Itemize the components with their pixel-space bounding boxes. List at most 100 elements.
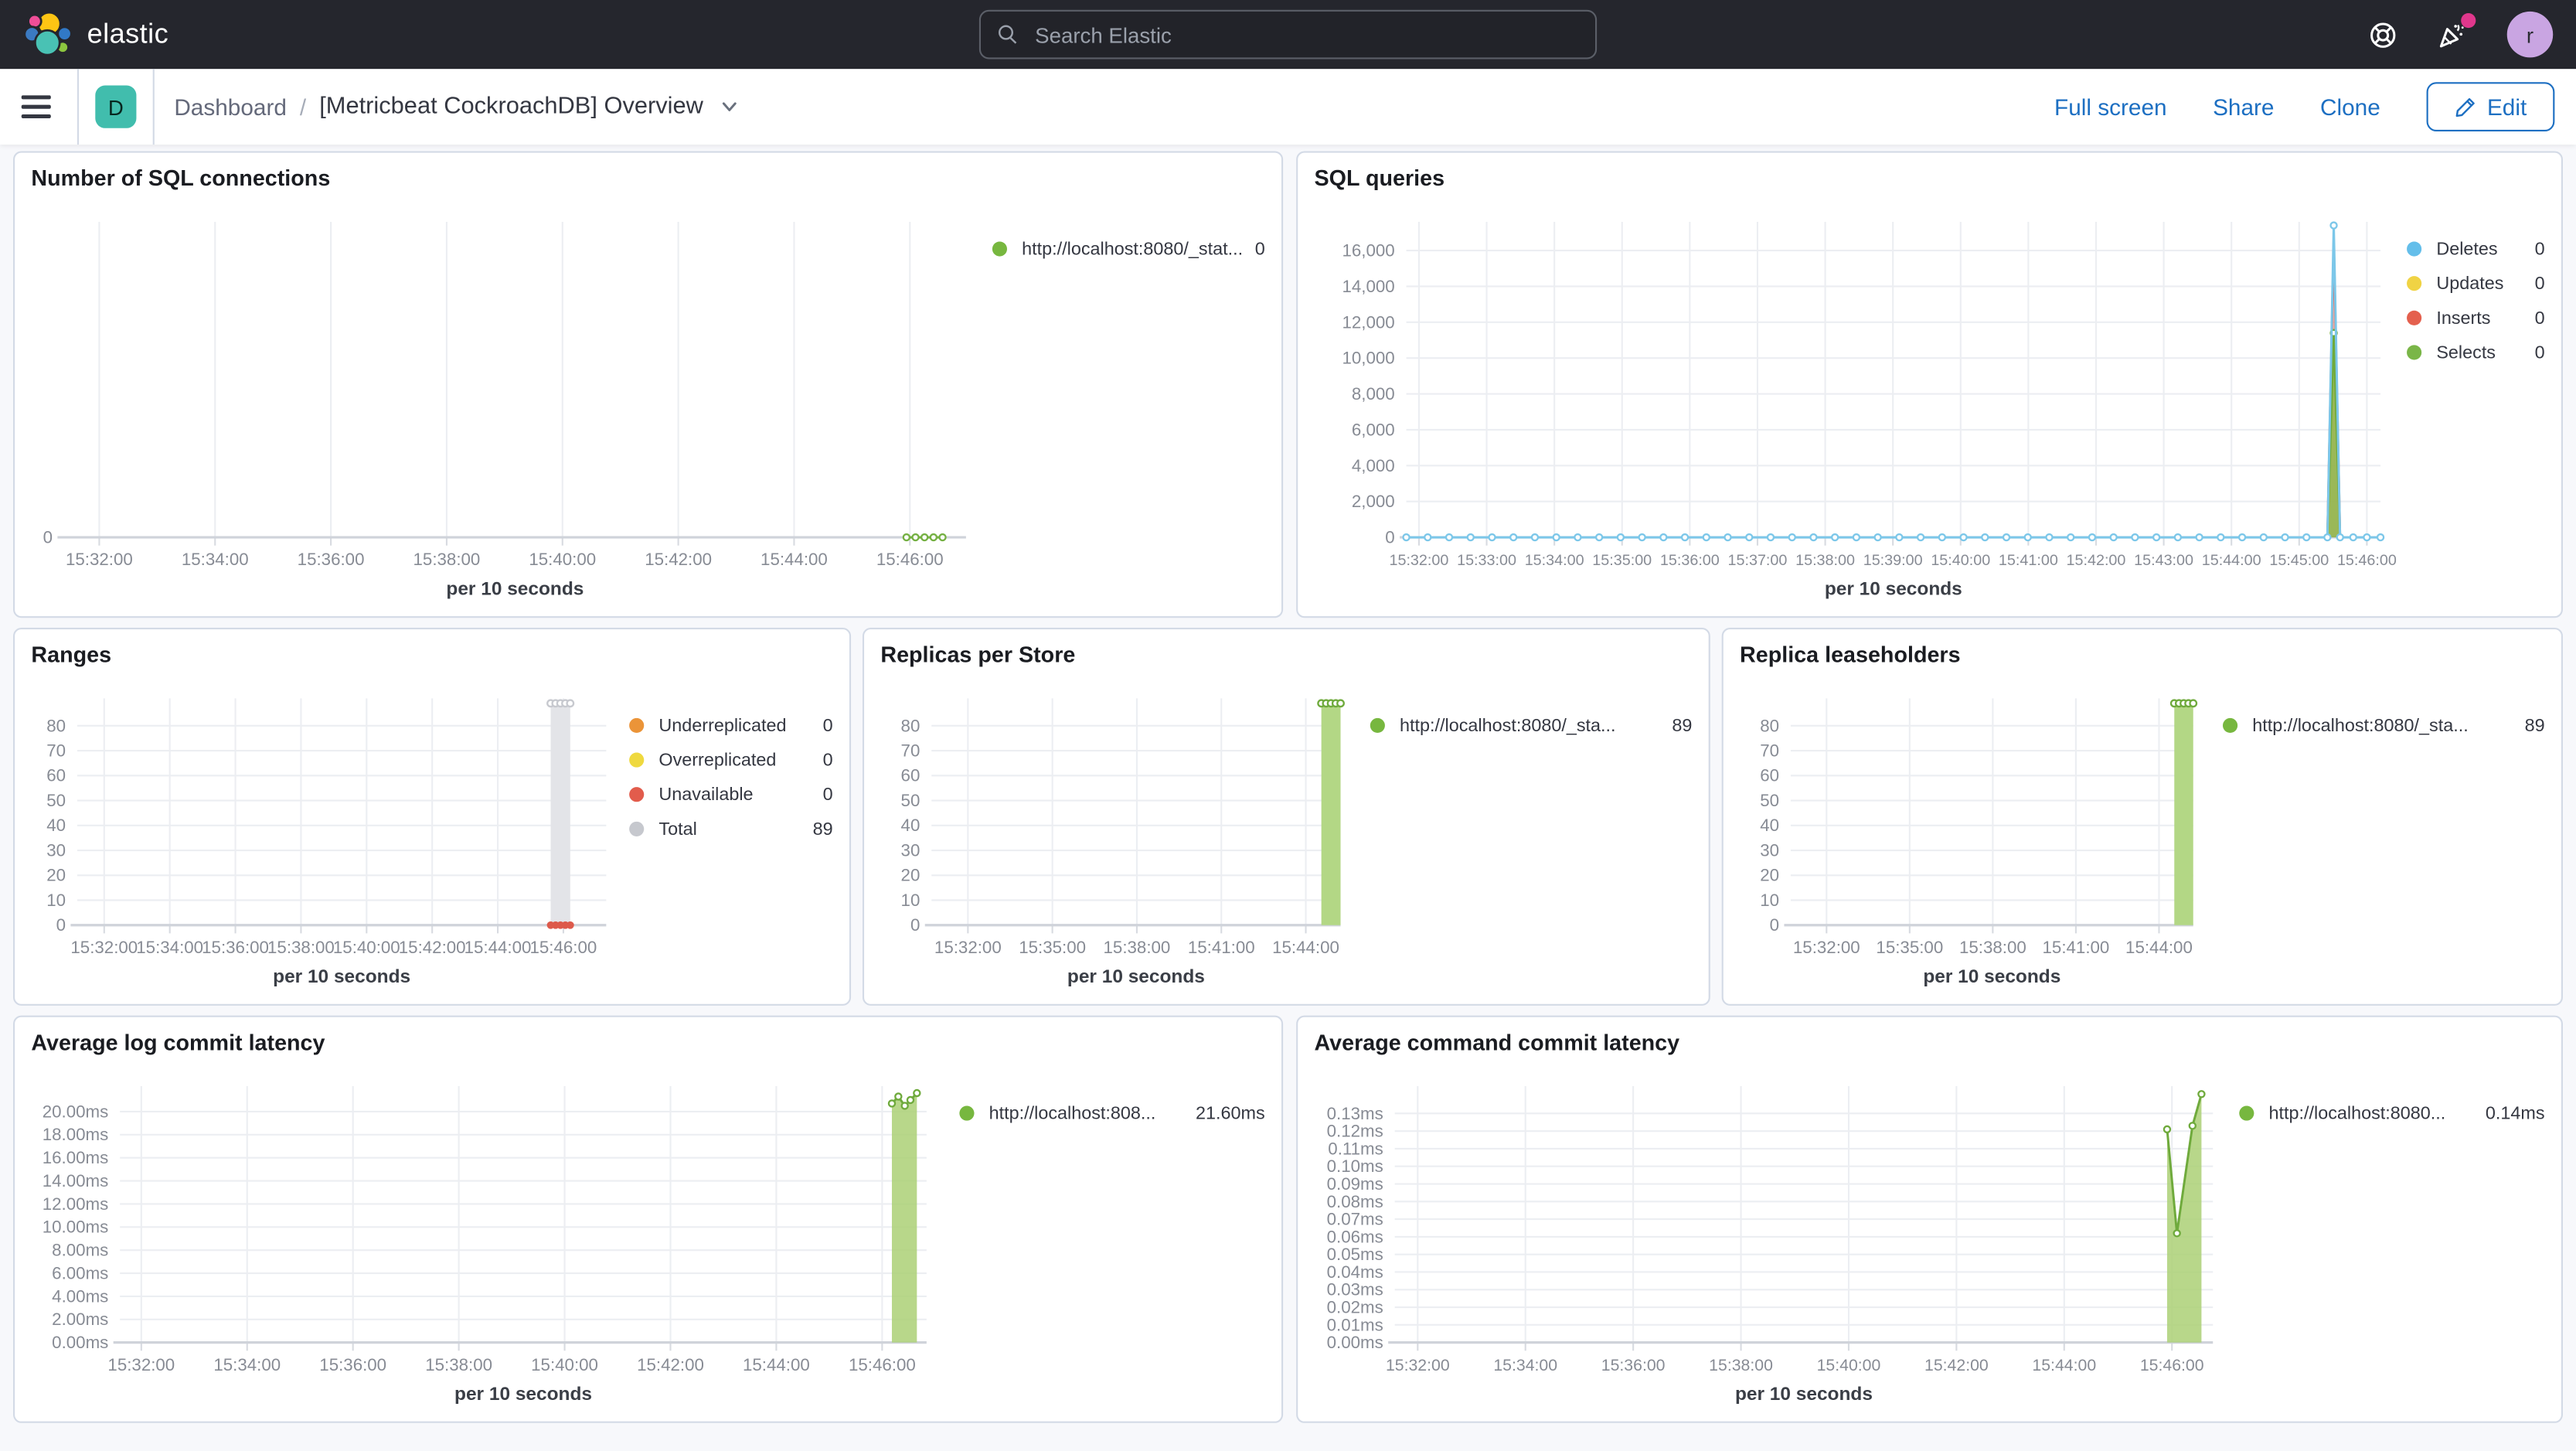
svg-text:4.00ms: 4.00ms bbox=[52, 1286, 108, 1306]
svg-text:15:35:00: 15:35:00 bbox=[1019, 938, 1086, 957]
help-icon[interactable] bbox=[2369, 21, 2397, 49]
legend-item[interactable]: http://localhost:8080/_sta... 89 bbox=[1370, 708, 1692, 743]
share-button[interactable]: Share bbox=[2213, 94, 2274, 120]
svg-text:60: 60 bbox=[46, 766, 66, 785]
svg-text:6.00ms: 6.00ms bbox=[52, 1263, 108, 1282]
svg-text:15:44:00: 15:44:00 bbox=[1272, 938, 1339, 957]
svg-text:per 10 seconds: per 10 seconds bbox=[1923, 966, 2060, 987]
legend-color-dot bbox=[2239, 1105, 2254, 1121]
replicas-per-store-chart[interactable]: 15:32:00 15:35:00 15:38:00 15:41:00 15:44:00… bbox=[877, 682, 1370, 997]
chevron-down-icon[interactable] bbox=[720, 97, 740, 117]
svg-text:80: 80 bbox=[46, 716, 66, 735]
legend-label: http://localhost:808... bbox=[989, 1103, 1156, 1123]
svg-text:15:44:00: 15:44:00 bbox=[761, 550, 828, 569]
svg-text:70: 70 bbox=[46, 741, 66, 761]
legend-item[interactable]: Deletes 0 bbox=[2407, 232, 2545, 267]
chart-legend: Underreplicated 0 Overreplicated 0 Unavailab… bbox=[629, 682, 839, 997]
legend-label: http://localhost:8080/_stat... bbox=[1022, 239, 1242, 259]
legend-label: http://localhost:8080/_sta... bbox=[1400, 715, 1616, 736]
search-input[interactable] bbox=[1031, 20, 1579, 49]
dashboard-toolbar: D Dashboard / [Metricbeat CockroachDB] O… bbox=[0, 69, 2576, 145]
svg-text:15:36:00: 15:36:00 bbox=[319, 1355, 386, 1374]
dashboard-badge[interactable]: D bbox=[95, 85, 137, 128]
svg-text:50: 50 bbox=[46, 791, 66, 810]
svg-text:15:37:00: 15:37:00 bbox=[1728, 552, 1788, 569]
sql-connections-chart[interactable]: 15:32:00 15:34:00 15:36:00 15:38:00 15:40:00… bbox=[28, 206, 992, 610]
legend-value: 21.60ms bbox=[1196, 1103, 1265, 1123]
svg-text:per 10 seconds: per 10 seconds bbox=[273, 966, 410, 987]
breadcrumb-separator: / bbox=[299, 94, 307, 121]
svg-text:15:40:00: 15:40:00 bbox=[333, 938, 400, 957]
svg-text:15:32:00: 15:32:00 bbox=[107, 1355, 175, 1374]
svg-text:15:36:00: 15:36:00 bbox=[202, 938, 269, 957]
svg-text:15:36:00: 15:36:00 bbox=[1660, 552, 1720, 569]
panel-title[interactable]: Ranges bbox=[15, 629, 849, 682]
svg-text:10: 10 bbox=[901, 891, 920, 910]
global-search[interactable] bbox=[978, 9, 1598, 60]
sql-queries-chart[interactable]: 15:32:00 15:33:00 15:34:00 15:35:00 15:36:00… bbox=[1311, 206, 2407, 610]
svg-text:20: 20 bbox=[1760, 866, 1779, 885]
svg-text:60: 60 bbox=[901, 766, 920, 785]
legend-label: Inserts bbox=[2436, 308, 2491, 329]
legend-item[interactable]: http://localhost:8080... 0.14ms bbox=[2239, 1096, 2545, 1131]
svg-text:0: 0 bbox=[910, 915, 920, 935]
legend-item[interactable]: Underreplicated 0 bbox=[629, 708, 833, 743]
elastic-logo[interactable]: elastic bbox=[23, 10, 168, 60]
panel-title[interactable]: Replicas per Store bbox=[864, 629, 1709, 682]
svg-text:15:41:00: 15:41:00 bbox=[1188, 938, 1255, 957]
panel-title[interactable]: Average command commit latency bbox=[1298, 1017, 2561, 1070]
avg-command-commit-latency-chart[interactable]: 15:32:00 15:34:00 15:36:00 15:38:00 15:40:00… bbox=[1311, 1070, 2239, 1415]
legend-item[interactable]: Updates 0 bbox=[2407, 266, 2545, 301]
chart-legend: http://localhost:808... 21.60ms bbox=[959, 1070, 1271, 1415]
svg-text:0.02ms: 0.02ms bbox=[1327, 1298, 1383, 1317]
legend-color-dot bbox=[629, 717, 645, 734]
svg-text:15:39:00: 15:39:00 bbox=[1863, 552, 1923, 569]
svg-text:30: 30 bbox=[46, 840, 66, 860]
avatar[interactable]: r bbox=[2506, 11, 2554, 58]
legend-item[interactable]: http://localhost:8080/_stat... 0 bbox=[992, 232, 1265, 267]
legend-value: 0 bbox=[2534, 273, 2545, 294]
svg-text:15:46:00: 15:46:00 bbox=[2337, 552, 2397, 569]
legend-item[interactable]: http://localhost:808... 21.60ms bbox=[959, 1096, 1265, 1131]
svg-text:12.00ms: 12.00ms bbox=[43, 1194, 109, 1214]
legend-item[interactable]: Overreplicated 0 bbox=[629, 743, 833, 778]
legend-item[interactable]: Selects 0 bbox=[2407, 336, 2545, 370]
replica-leaseholders-chart[interactable]: 15:32:00 15:35:00 15:38:00 15:41:00 15:44:00… bbox=[1737, 682, 2223, 997]
pencil-icon bbox=[2455, 97, 2475, 117]
clone-button[interactable]: Clone bbox=[2320, 94, 2380, 120]
svg-text:15:44:00: 15:44:00 bbox=[464, 938, 532, 957]
svg-text:15:41:00: 15:41:00 bbox=[1999, 552, 2058, 569]
breadcrumb: Dashboard / [Metricbeat CockroachDB] Ove… bbox=[174, 94, 739, 120]
legend-item[interactable]: Inserts 0 bbox=[2407, 301, 2545, 336]
legend-label: Unavailable bbox=[658, 784, 754, 805]
svg-text:15:35:00: 15:35:00 bbox=[1876, 938, 1943, 957]
legend-value: 0.14ms bbox=[2485, 1103, 2545, 1123]
panel-title[interactable]: Number of SQL connections bbox=[15, 153, 1281, 206]
legend-item[interactable]: Total 89 bbox=[629, 812, 833, 846]
ranges-chart[interactable]: 15:32:00 15:34:00 15:36:00 15:38:00 15:40:00… bbox=[28, 682, 629, 997]
panel-title[interactable]: Replica leaseholders bbox=[1724, 629, 2561, 682]
svg-text:15:46:00: 15:46:00 bbox=[849, 1355, 916, 1374]
svg-text:0.03ms: 0.03ms bbox=[1327, 1280, 1383, 1299]
svg-text:15:32:00: 15:32:00 bbox=[66, 550, 133, 569]
svg-text:15:40:00: 15:40:00 bbox=[1817, 1356, 1881, 1374]
menu-icon[interactable] bbox=[21, 95, 77, 119]
svg-text:15:42:00: 15:42:00 bbox=[1924, 1356, 1989, 1374]
legend-item[interactable]: Unavailable 0 bbox=[629, 777, 833, 812]
edit-button[interactable]: Edit bbox=[2426, 82, 2555, 132]
svg-text:15:43:00: 15:43:00 bbox=[2134, 552, 2193, 569]
panel-average-command-commit-latency: Average command commit latency 15:32:00 1… bbox=[1296, 1015, 2563, 1423]
chart-legend: Deletes 0 Updates 0 Inserts 0 Selects 0 bbox=[2407, 206, 2551, 610]
panel-title[interactable]: SQL queries bbox=[1298, 153, 2561, 206]
legend-item[interactable]: http://localhost:8080/_sta... 89 bbox=[2222, 708, 2545, 743]
breadcrumb-dashboard-link[interactable]: Dashboard bbox=[174, 94, 287, 120]
panel-title[interactable]: Average log commit latency bbox=[15, 1017, 1281, 1070]
news-feed-icon[interactable] bbox=[2436, 12, 2476, 49]
full-screen-button[interactable]: Full screen bbox=[2054, 94, 2167, 120]
svg-text:15:46:00: 15:46:00 bbox=[876, 550, 944, 569]
avg-log-commit-latency-chart[interactable]: 15:32:00 15:34:00 15:36:00 15:38:00 15:40:00… bbox=[28, 1070, 959, 1415]
panel-replicas-per-store: Replicas per Store 15:32:00 15:35:00 15:38… bbox=[862, 627, 1710, 1006]
svg-text:6,000: 6,000 bbox=[1352, 420, 1395, 439]
svg-text:15:34:00: 15:34:00 bbox=[1525, 552, 1584, 569]
svg-text:0.01ms: 0.01ms bbox=[1327, 1315, 1383, 1334]
